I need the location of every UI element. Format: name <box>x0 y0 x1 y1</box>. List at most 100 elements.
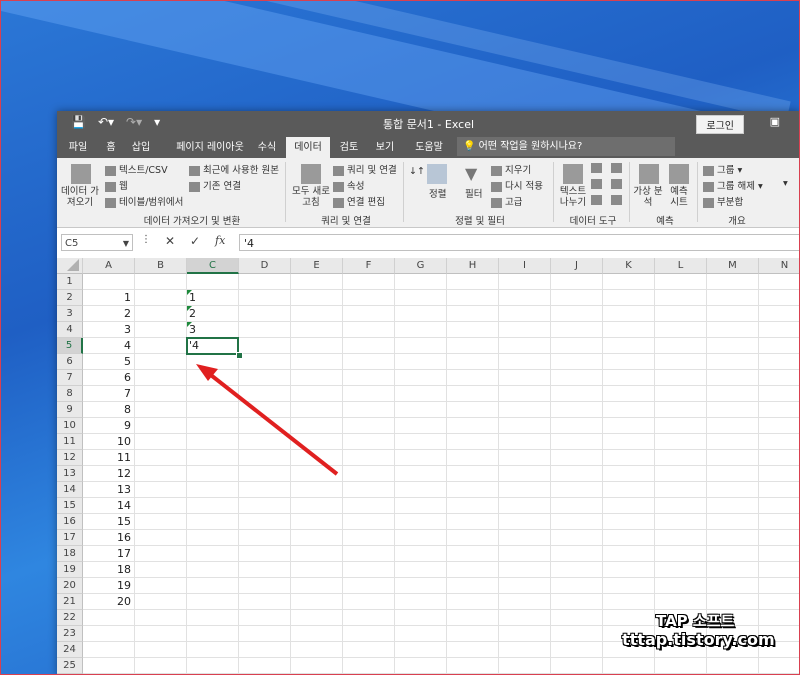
existing-connections-button[interactable]: 기존 연결 <box>189 178 241 192</box>
row-header-6[interactable]: 6 <box>57 354 83 370</box>
row-header-17[interactable]: 17 <box>57 530 83 546</box>
queries-connections-button[interactable]: 쿼리 및 연결 <box>333 162 397 176</box>
row-header-20[interactable]: 20 <box>57 578 83 594</box>
sort-az-icon[interactable]: ↓↑ <box>409 166 425 177</box>
row-header-13[interactable]: 13 <box>57 466 83 482</box>
properties-button[interactable]: 속성 <box>333 178 364 192</box>
sort-button[interactable]: 정렬 <box>429 186 446 200</box>
name-box-dropdown-icon[interactable]: ▼ <box>123 235 129 252</box>
error-indicator-icon[interactable] <box>187 306 192 311</box>
cell-a18[interactable]: 17 <box>83 547 131 560</box>
row-header-24[interactable]: 24 <box>57 642 83 658</box>
row-header-15[interactable]: 15 <box>57 498 83 514</box>
get-data-icon[interactable] <box>71 164 91 184</box>
what-if-button[interactable]: 가상 분석 <box>633 186 663 208</box>
cell-a3[interactable]: 2 <box>83 307 131 320</box>
error-indicator-icon[interactable] <box>187 322 192 327</box>
cell-a9[interactable]: 8 <box>83 403 131 416</box>
cell-a11[interactable]: 10 <box>83 435 131 448</box>
cell-a20[interactable]: 19 <box>83 579 131 592</box>
tab-view[interactable]: 보기 <box>371 137 399 158</box>
row-header-8[interactable]: 8 <box>57 386 83 402</box>
tab-help[interactable]: 도움말 <box>409 137 449 158</box>
row-header-2[interactable]: 2 <box>57 290 83 306</box>
row-header-19[interactable]: 19 <box>57 562 83 578</box>
fill-handle[interactable] <box>236 352 243 359</box>
row-header-23[interactable]: 23 <box>57 626 83 642</box>
column-header-l[interactable]: L <box>655 258 707 274</box>
tab-insert[interactable]: 삽입 <box>125 137 157 158</box>
tab-formulas[interactable]: 수식 <box>253 137 281 158</box>
cell-a14[interactable]: 13 <box>83 483 131 496</box>
row-header-14[interactable]: 14 <box>57 482 83 498</box>
ribbon-display-icon[interactable]: ▣ <box>770 115 780 128</box>
tab-review[interactable]: 검토 <box>335 137 363 158</box>
reapply-button[interactable]: 다시 적용 <box>491 178 543 192</box>
column-header-g[interactable]: G <box>395 258 447 274</box>
ungroup-button[interactable]: 그룹 해제 ▾ <box>703 178 763 192</box>
text-to-columns-icon[interactable] <box>563 164 583 184</box>
collapse-ribbon-icon[interactable]: ▾ <box>783 178 788 189</box>
cell-a15[interactable]: 14 <box>83 499 131 512</box>
cell-a21[interactable]: 20 <box>83 595 131 608</box>
cell-a13[interactable]: 12 <box>83 467 131 480</box>
cell-a16[interactable]: 15 <box>83 515 131 528</box>
cancel-icon[interactable]: ✕ <box>165 234 175 248</box>
consolidate-icon[interactable] <box>611 162 625 173</box>
column-header-n[interactable]: N <box>759 258 800 274</box>
cell-a6[interactable]: 5 <box>83 355 131 368</box>
cell-a12[interactable]: 11 <box>83 451 131 464</box>
active-cell-selection[interactable] <box>186 337 239 355</box>
forecast-sheet-button[interactable]: 예측 시트 <box>665 186 693 208</box>
remove-duplicates-icon[interactable] <box>591 178 605 189</box>
cell-a10[interactable]: 9 <box>83 419 131 432</box>
edit-links-button[interactable]: 연결 편집 <box>333 194 385 208</box>
relationships-icon[interactable] <box>611 178 625 189</box>
tab-page-layout[interactable]: 페이지 레이아웃 <box>169 137 251 158</box>
tab-data[interactable]: 데이터 <box>286 137 330 158</box>
column-header-f[interactable]: F <box>343 258 395 274</box>
row-header-4[interactable]: 4 <box>57 322 83 338</box>
text-csv-button[interactable]: 텍스트/CSV <box>105 162 168 176</box>
row-header-25[interactable]: 25 <box>57 658 83 674</box>
cell-a17[interactable]: 16 <box>83 531 131 544</box>
recent-sources-button[interactable]: 최근에 사용한 원본 <box>189 162 279 176</box>
row-header-1[interactable]: 1 <box>57 274 83 290</box>
web-button[interactable]: 웹 <box>105 178 128 192</box>
login-button[interactable]: 로그인 <box>696 115 744 134</box>
row-header-18[interactable]: 18 <box>57 546 83 562</box>
row-header-7[interactable]: 7 <box>57 370 83 386</box>
column-header-e[interactable]: E <box>291 258 343 274</box>
refresh-all-icon[interactable] <box>301 164 321 184</box>
column-header-c[interactable]: C <box>187 258 239 274</box>
enter-icon[interactable]: ✓ <box>190 234 200 248</box>
cell-a2[interactable]: 1 <box>83 291 131 304</box>
row-header-12[interactable]: 12 <box>57 450 83 466</box>
column-header-i[interactable]: I <box>499 258 551 274</box>
clear-button[interactable]: 지우기 <box>491 162 531 176</box>
cell-a19[interactable]: 18 <box>83 563 131 576</box>
column-header-m[interactable]: M <box>707 258 759 274</box>
column-header-d[interactable]: D <box>239 258 291 274</box>
filter-button[interactable]: 필터 <box>465 186 482 200</box>
forecast-sheet-icon[interactable] <box>669 164 689 184</box>
data-validation-icon[interactable] <box>591 194 605 205</box>
refresh-all-button[interactable]: 모두 새로 고침 <box>289 186 333 208</box>
row-header-3[interactable]: 3 <box>57 306 83 322</box>
cell-a4[interactable]: 3 <box>83 323 131 336</box>
row-header-9[interactable]: 9 <box>57 402 83 418</box>
cell-a8[interactable]: 7 <box>83 387 131 400</box>
row-header-10[interactable]: 10 <box>57 418 83 434</box>
sort-dialog-icon[interactable] <box>427 164 447 184</box>
row-header-21[interactable]: 21 <box>57 594 83 610</box>
cell-a5[interactable]: 4 <box>83 339 131 352</box>
row-header-11[interactable]: 11 <box>57 434 83 450</box>
name-box[interactable]: C5 ▼ <box>61 234 133 251</box>
row-header-22[interactable]: 22 <box>57 610 83 626</box>
row-header-16[interactable]: 16 <box>57 514 83 530</box>
tab-file[interactable]: 파일 <box>61 137 95 158</box>
column-header-k[interactable]: K <box>603 258 655 274</box>
flash-fill-icon[interactable] <box>591 162 605 173</box>
tell-me-search[interactable]: 💡 어떤 작업을 원하시나요? <box>457 137 675 156</box>
tab-home[interactable]: 홈 <box>97 137 125 158</box>
